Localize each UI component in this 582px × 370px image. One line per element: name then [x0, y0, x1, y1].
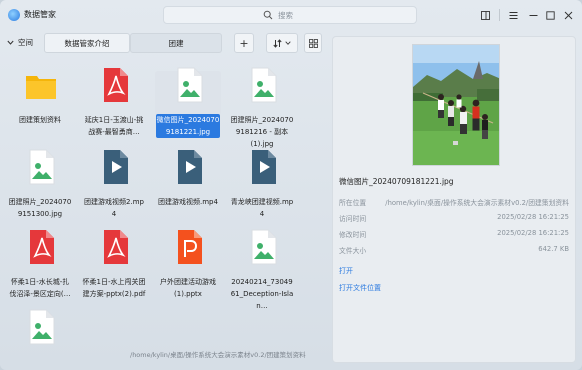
meta-location-row: 所在位置 /home/kylin/桌面/操作系统大会演示素材v0.2/团建策划资…: [339, 197, 569, 209]
tab-label: 团建: [168, 38, 184, 48]
file-name: 团建游戏视频.mp4: [158, 198, 218, 206]
image-icon: [29, 149, 55, 185]
data-manager-window: 数据管家 搜索 空间 数据管家介绍 团建 + 团建策划资料 延庆1日-玉渡山-挑…: [0, 0, 582, 370]
title-bar: 数据管家 搜索: [0, 0, 582, 30]
space-toggle[interactable]: 空间: [7, 37, 33, 48]
file-item-image[interactable]: 团建照片_20240709181216 - 副本(1).jpg: [230, 66, 294, 148]
pdf-icon: [104, 68, 128, 102]
file-item-image[interactable]: 团建照片_20240709151300.jpg: [8, 148, 72, 218]
preview-file-name: 微信图片_20240709181221.jpg: [339, 177, 454, 186]
meta-file-size-row: 文件大小 642.7 KB: [339, 245, 569, 257]
file-item-video[interactable]: 团建游戏视频.mp4: [156, 148, 220, 218]
meta-value: 2025/02/28 16:21:25: [497, 229, 569, 237]
maximize-icon: [545, 10, 555, 20]
sidebar-toggle-button[interactable]: [477, 7, 493, 23]
pdf-icon: [104, 230, 128, 264]
close-icon: [564, 11, 572, 19]
file-item-pptx[interactable]: 户外团建活动游戏(1).pptx: [156, 228, 220, 298]
file-item-video[interactable]: 团建游戏视频2.mp4: [82, 148, 146, 218]
meta-key: 修改时间: [339, 231, 367, 239]
file-name: 怀柔1日-水上闯关团建方案-pptx(2).pdf: [82, 278, 146, 298]
minimize-icon: [529, 14, 537, 16]
file-name: 团建游戏视频2.mp4: [84, 198, 144, 218]
space-label: 空间: [18, 38, 33, 47]
search-placeholder: 搜索: [278, 11, 293, 20]
file-item-image[interactable]: [8, 308, 72, 350]
maximize-button[interactable]: [542, 7, 558, 23]
chevron-down-icon: [7, 40, 14, 45]
video-icon: [104, 150, 128, 184]
open-file-location-link[interactable]: 打开文件位置: [339, 283, 381, 293]
file-name: 怀柔1日-水长城-扎伐沼泽-景区定向(…: [9, 278, 71, 298]
view-mode-button[interactable]: [304, 33, 322, 53]
file-name: 20240214_7304961_Deception-Islan…: [230, 278, 294, 310]
app-title: 数据管家: [24, 10, 56, 19]
tab-label: 数据管家介绍: [64, 38, 110, 48]
close-button[interactable]: [560, 7, 576, 23]
search-icon: [263, 10, 273, 20]
file-item-image[interactable]: 20240214_7304961_Deception-Islan…: [230, 228, 294, 310]
preview-panel: 微信图片_20240709181221.jpg 所在位置 /home/kylin…: [332, 36, 576, 363]
app-logo-icon: [8, 9, 20, 21]
titlebar-divider: [499, 9, 500, 21]
file-name: 延庆1日-玉渡山-挑战赛-最智勇商…: [84, 116, 144, 136]
sort-icon: [273, 38, 282, 48]
chevron-down-icon: [285, 41, 291, 45]
meta-value: /home/kylin/桌面/操作系统大会演示素材v0.2/团建策划资料: [385, 199, 569, 207]
image-icon: [251, 229, 277, 265]
file-item-image-selected[interactable]: 微信图片_20240709181221.jpg: [155, 66, 221, 138]
menu-button[interactable]: [505, 7, 521, 23]
tab-team-building[interactable]: 团建: [130, 33, 222, 53]
meta-key: 访问时间: [339, 215, 367, 223]
pptx-icon: [178, 230, 202, 264]
file-item-pdf[interactable]: 怀柔1日-水长城-扎伐沼泽-景区定向(…: [8, 228, 72, 298]
toolbar: 空间 数据管家介绍 团建 +: [0, 32, 330, 54]
minimize-button[interactable]: [525, 7, 541, 23]
image-icon: [251, 67, 277, 103]
preview-photo: [413, 45, 499, 165]
plus-icon: +: [239, 36, 249, 50]
sort-button[interactable]: [266, 33, 298, 53]
file-name: 团建照片_20240709181216 - 副本(1).jpg: [230, 116, 294, 148]
grid-view-icon: [308, 38, 318, 48]
image-icon: [29, 309, 55, 345]
video-icon: [178, 150, 202, 184]
split-view-icon: [480, 10, 490, 20]
hamburger-icon: [509, 11, 517, 19]
meta-modified-time-row: 修改时间 2025/02/28 16:21:25: [339, 229, 569, 241]
preview-image: [412, 44, 500, 166]
open-link[interactable]: 打开: [339, 266, 353, 276]
meta-key: 所在位置: [339, 199, 367, 207]
pdf-icon: [30, 230, 54, 264]
file-name: 青龙峡团建视频.mp4: [230, 198, 294, 218]
file-grid: 团建策划资料 延庆1日-玉渡山-挑战赛-最智勇商… 微信图片_202407091…: [0, 58, 330, 358]
file-name: 微信图片_20240709181221.jpg: [156, 114, 220, 138]
folder-icon: [26, 76, 56, 99]
add-tab-button[interactable]: +: [234, 33, 254, 53]
file-item-video[interactable]: 青龙峡团建视频.mp4: [230, 148, 294, 218]
file-name: 团建照片_20240709151300.jpg: [8, 198, 72, 218]
file-name: 团建策划资料: [19, 116, 61, 124]
video-icon: [252, 150, 276, 184]
image-icon: [177, 67, 203, 103]
path-bar: /home/kylin/桌面/操作系统大会演示素材v0.2/团建策划资料: [130, 351, 306, 359]
meta-value: 2025/02/28 16:21:25: [497, 213, 569, 221]
file-item-pdf[interactable]: 延庆1日-玉渡山-挑战赛-最智勇商…: [82, 66, 146, 136]
file-name: 户外团建活动游戏(1).pptx: [160, 278, 216, 298]
meta-value: 642.7 KB: [538, 245, 569, 253]
meta-access-time-row: 访问时间 2025/02/28 16:21:25: [339, 213, 569, 225]
tab-data-manager-intro[interactable]: 数据管家介绍: [44, 33, 130, 53]
file-item-folder[interactable]: 团建策划资料: [8, 66, 72, 136]
file-item-pdf[interactable]: 怀柔1日-水上闯关团建方案-pptx(2).pdf: [82, 228, 146, 298]
search-input[interactable]: 搜索: [163, 6, 417, 24]
meta-key: 文件大小: [339, 247, 367, 255]
